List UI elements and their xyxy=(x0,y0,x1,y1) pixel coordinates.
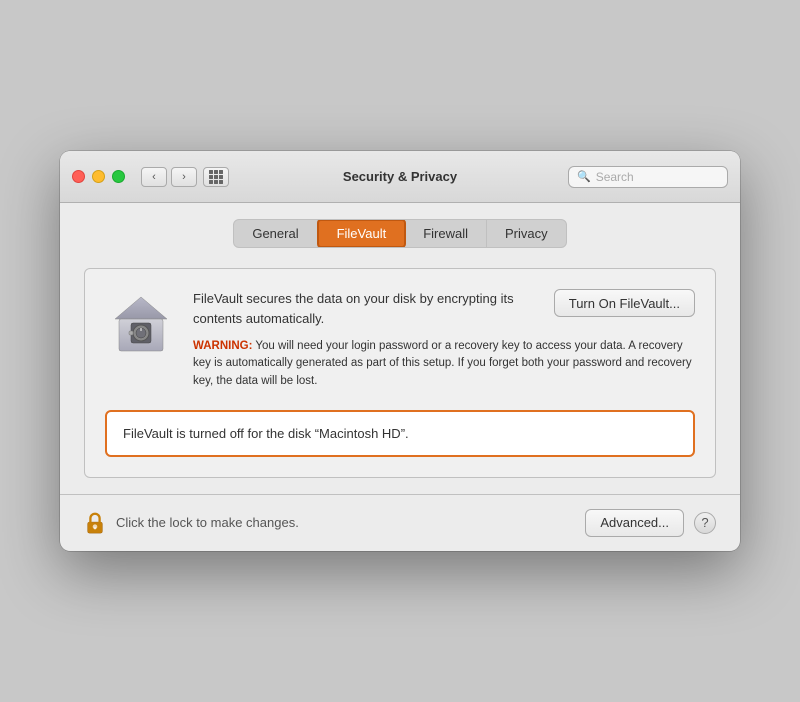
filevault-description: FileVault secures the data on your disk … xyxy=(193,289,554,328)
forward-button[interactable]: › xyxy=(171,167,197,187)
content-area: General FileVault Firewall Privacy xyxy=(60,203,740,478)
window-title: Security & Privacy xyxy=(343,169,457,184)
tab-bar: General FileVault Firewall Privacy xyxy=(233,219,566,248)
warning-body: You will need your login password or a r… xyxy=(193,340,692,387)
filevault-icon-svg xyxy=(109,293,173,357)
search-box[interactable]: 🔍 Search xyxy=(568,166,728,188)
search-placeholder-text: Search xyxy=(596,170,634,184)
tab-filevault[interactable]: FileVault xyxy=(317,219,407,248)
turn-on-filevault-button[interactable]: Turn On FileVault... xyxy=(554,289,695,317)
grid-icon xyxy=(209,170,223,184)
tab-firewall[interactable]: Firewall xyxy=(405,220,487,247)
warning-text: WARNING: You will need your login passwo… xyxy=(193,338,695,390)
help-button[interactable]: ? xyxy=(694,512,716,534)
minimize-button[interactable] xyxy=(92,170,105,183)
description-row: FileVault secures the data on your disk … xyxy=(193,289,695,328)
description-area: FileVault secures the data on your disk … xyxy=(193,289,695,390)
filevault-icon xyxy=(105,289,177,361)
lock-label: Click the lock to make changes. xyxy=(116,515,299,530)
search-icon: 🔍 xyxy=(577,170,591,183)
bottom-buttons: Advanced... ? xyxy=(585,509,716,537)
panel-top: FileVault secures the data on your disk … xyxy=(105,289,695,390)
back-button[interactable]: ‹ xyxy=(141,167,167,187)
filevault-status-text: FileVault is turned off for the disk “Ma… xyxy=(123,426,409,441)
tab-general[interactable]: General xyxy=(234,220,317,247)
filevault-status-box: FileVault is turned off for the disk “Ma… xyxy=(105,410,695,457)
nav-buttons: ‹ › xyxy=(141,167,197,187)
grid-view-button[interactable] xyxy=(203,167,229,187)
warning-label: WARNING: xyxy=(193,340,252,352)
system-preferences-window: ‹ › Security & Privacy 🔍 Search General … xyxy=(60,151,740,551)
advanced-button[interactable]: Advanced... xyxy=(585,509,684,537)
titlebar: ‹ › Security & Privacy 🔍 Search xyxy=(60,151,740,203)
close-button[interactable] xyxy=(72,170,85,183)
filevault-panel: FileVault secures the data on your disk … xyxy=(84,268,716,478)
tab-privacy[interactable]: Privacy xyxy=(487,220,566,247)
maximize-button[interactable] xyxy=(112,170,125,183)
bottom-bar: Click the lock to make changes. Advanced… xyxy=(60,494,740,551)
traffic-lights xyxy=(72,170,125,183)
lock-icon[interactable] xyxy=(84,511,106,535)
